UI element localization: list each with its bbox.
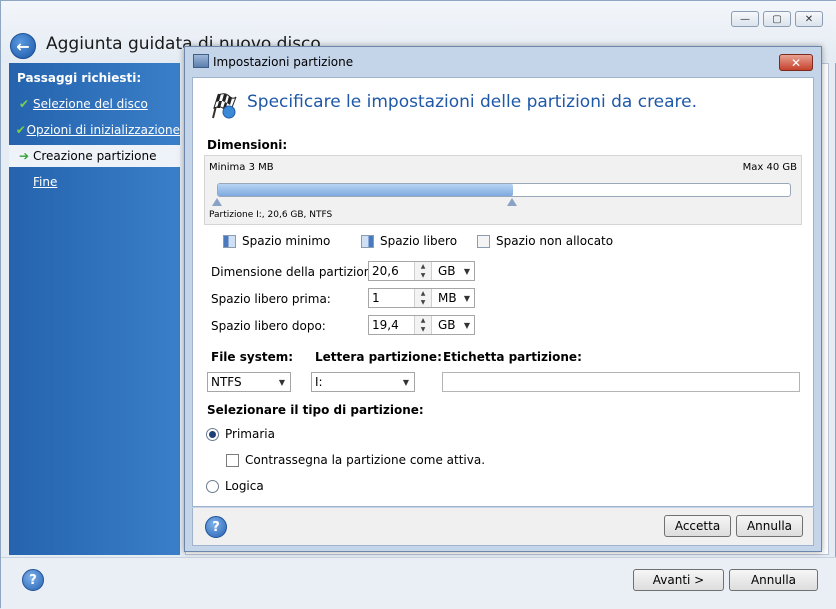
legend-label: Spazio minimo	[242, 234, 331, 248]
min-size-label: Minima 3 MB	[209, 162, 274, 173]
free-after-stepper[interactable]: 19,4 ▲ ▼ GB ▼	[368, 315, 475, 335]
dimensions-label: Dimensioni:	[207, 138, 288, 152]
max-size-label: Max 40 GB	[742, 162, 797, 173]
primary-radio-row[interactable]: Primaria	[206, 427, 275, 441]
close-button[interactable]: ✕	[795, 11, 823, 27]
unit-select[interactable]: GB ▼	[432, 262, 474, 280]
step-label[interactable]: Selezione del disco	[33, 97, 148, 111]
partition-fill	[218, 184, 513, 196]
unallocated-swatch	[477, 234, 490, 248]
spin-arrows[interactable]: ▲ ▼	[415, 289, 432, 307]
arrow-right-icon: ➔	[18, 149, 30, 163]
partition-size-stepper[interactable]: 20,6 ▲ ▼ GB ▼	[368, 261, 475, 281]
logical-radio-row[interactable]: Logica	[206, 479, 264, 493]
wizard-cancel-button[interactable]: Annulla	[729, 569, 818, 591]
active-checkbox[interactable]	[226, 453, 239, 467]
partition-type-label: Selezionare il tipo di partizione:	[207, 403, 424, 417]
chevron-down-icon: ▼	[463, 293, 470, 303]
dialog-icon	[193, 54, 209, 68]
free-before-label: Spazio libero prima:	[211, 292, 331, 306]
maximize-button[interactable]: ▢	[763, 11, 791, 27]
active-label[interactable]: Contrassegna la partizione come attiva.	[245, 453, 485, 467]
primary-radio[interactable]	[206, 427, 219, 441]
file-system-value: NTFS	[211, 375, 242, 389]
chevron-down-icon: ▼	[463, 266, 470, 276]
dialog-body: Specificare le impostazioni delle partiz…	[192, 77, 814, 507]
free-before-value[interactable]: 1	[369, 289, 415, 307]
file-system-label: File system:	[211, 350, 294, 364]
chevron-down-icon: ▼	[278, 377, 285, 387]
wizard-footer: ? Avanti > Annulla	[1, 557, 836, 609]
step-fine[interactable]: Fine	[9, 171, 180, 193]
min-space-swatch	[223, 234, 236, 248]
partition-label: Partizione I:, 20,6 GB, NTFS	[209, 210, 333, 220]
dialog-heading: Specificare le impostazioni delle partiz…	[247, 92, 698, 112]
checkered-flag-icon	[212, 93, 237, 119]
step-label[interactable]: Fine	[33, 175, 57, 189]
legend-label: Spazio libero	[380, 234, 458, 248]
letter-select[interactable]: I: ▼	[311, 372, 415, 392]
free-before-stepper[interactable]: 1 ▲ ▼ MB ▼	[368, 288, 475, 308]
accept-button[interactable]: Accetta	[664, 515, 731, 537]
back-arrow-icon[interactable]: ←	[10, 33, 36, 59]
step-opzioni-inizializzazione[interactable]: ✔ Opzioni di inizializzazione	[9, 119, 180, 141]
dialog-cancel-button[interactable]: Annulla	[736, 515, 803, 537]
unit-select[interactable]: MB ▼	[432, 289, 474, 307]
partition-size-label: Dimensione della partizione:	[211, 265, 383, 279]
minimize-button[interactable]: —	[731, 11, 759, 27]
volume-label-input[interactable]	[442, 372, 800, 392]
legend-unallocated: Spazio non allocato	[477, 234, 613, 248]
legend-label: Spazio non allocato	[496, 234, 614, 248]
check-icon: ✔	[18, 97, 30, 111]
active-checkbox-row[interactable]: Contrassegna la partizione come attiva.	[226, 453, 485, 467]
dialog-title: Impostazioni partizione	[213, 55, 354, 69]
check-icon: ✔	[15, 123, 26, 137]
steps-sidebar: Passaggi richiesti: ✔ Selezione del disc…	[9, 63, 180, 555]
free-space-swatch	[361, 234, 374, 248]
dialog-close-button[interactable]: ✕	[779, 54, 813, 71]
letter-label: Lettera partizione:	[315, 350, 442, 364]
help-icon[interactable]: ?	[205, 516, 227, 538]
partition-size-bar: Minima 3 MB Max 40 GB Partizione I:, 20,…	[204, 155, 802, 225]
help-icon[interactable]: ?	[22, 569, 44, 591]
free-after-label: Spazio libero dopo:	[211, 319, 326, 333]
primary-label[interactable]: Primaria	[225, 427, 275, 441]
start-handle[interactable]	[212, 198, 222, 206]
steps-header: Passaggi richiesti:	[17, 71, 142, 85]
volume-label-heading: Etichetta partizione:	[443, 350, 582, 364]
size-slider-track[interactable]	[217, 183, 791, 197]
end-handle[interactable]	[507, 198, 517, 206]
spin-arrows[interactable]: ▲ ▼	[415, 316, 432, 334]
step-label: Creazione partizione	[33, 149, 157, 163]
letter-value: I:	[315, 375, 323, 389]
chevron-down-icon: ▼	[402, 377, 409, 387]
spin-arrows[interactable]: ▲ ▼	[415, 262, 432, 280]
partition-size-value[interactable]: 20,6	[369, 262, 415, 280]
step-label[interactable]: Opzioni di inizializzazione	[27, 123, 180, 137]
logical-label[interactable]: Logica	[225, 479, 264, 493]
free-after-value[interactable]: 19,4	[369, 316, 415, 334]
dialog-footer: ? Accetta Annulla	[192, 508, 814, 546]
next-button[interactable]: Avanti >	[633, 569, 724, 591]
step-selezione-disco[interactable]: ✔ Selezione del disco	[9, 93, 180, 115]
step-creazione-partizione: ➔ Creazione partizione	[9, 145, 180, 167]
chevron-down-icon: ▼	[463, 320, 470, 330]
legend-free-space: Spazio libero	[361, 234, 457, 248]
legend-min-space: Spazio minimo	[223, 234, 330, 248]
file-system-select[interactable]: NTFS ▼	[207, 372, 291, 392]
partition-settings-dialog: Impostazioni partizione ✕ Specificare le…	[184, 46, 822, 552]
logical-radio[interactable]	[206, 479, 219, 493]
unit-select[interactable]: GB ▼	[432, 316, 474, 334]
